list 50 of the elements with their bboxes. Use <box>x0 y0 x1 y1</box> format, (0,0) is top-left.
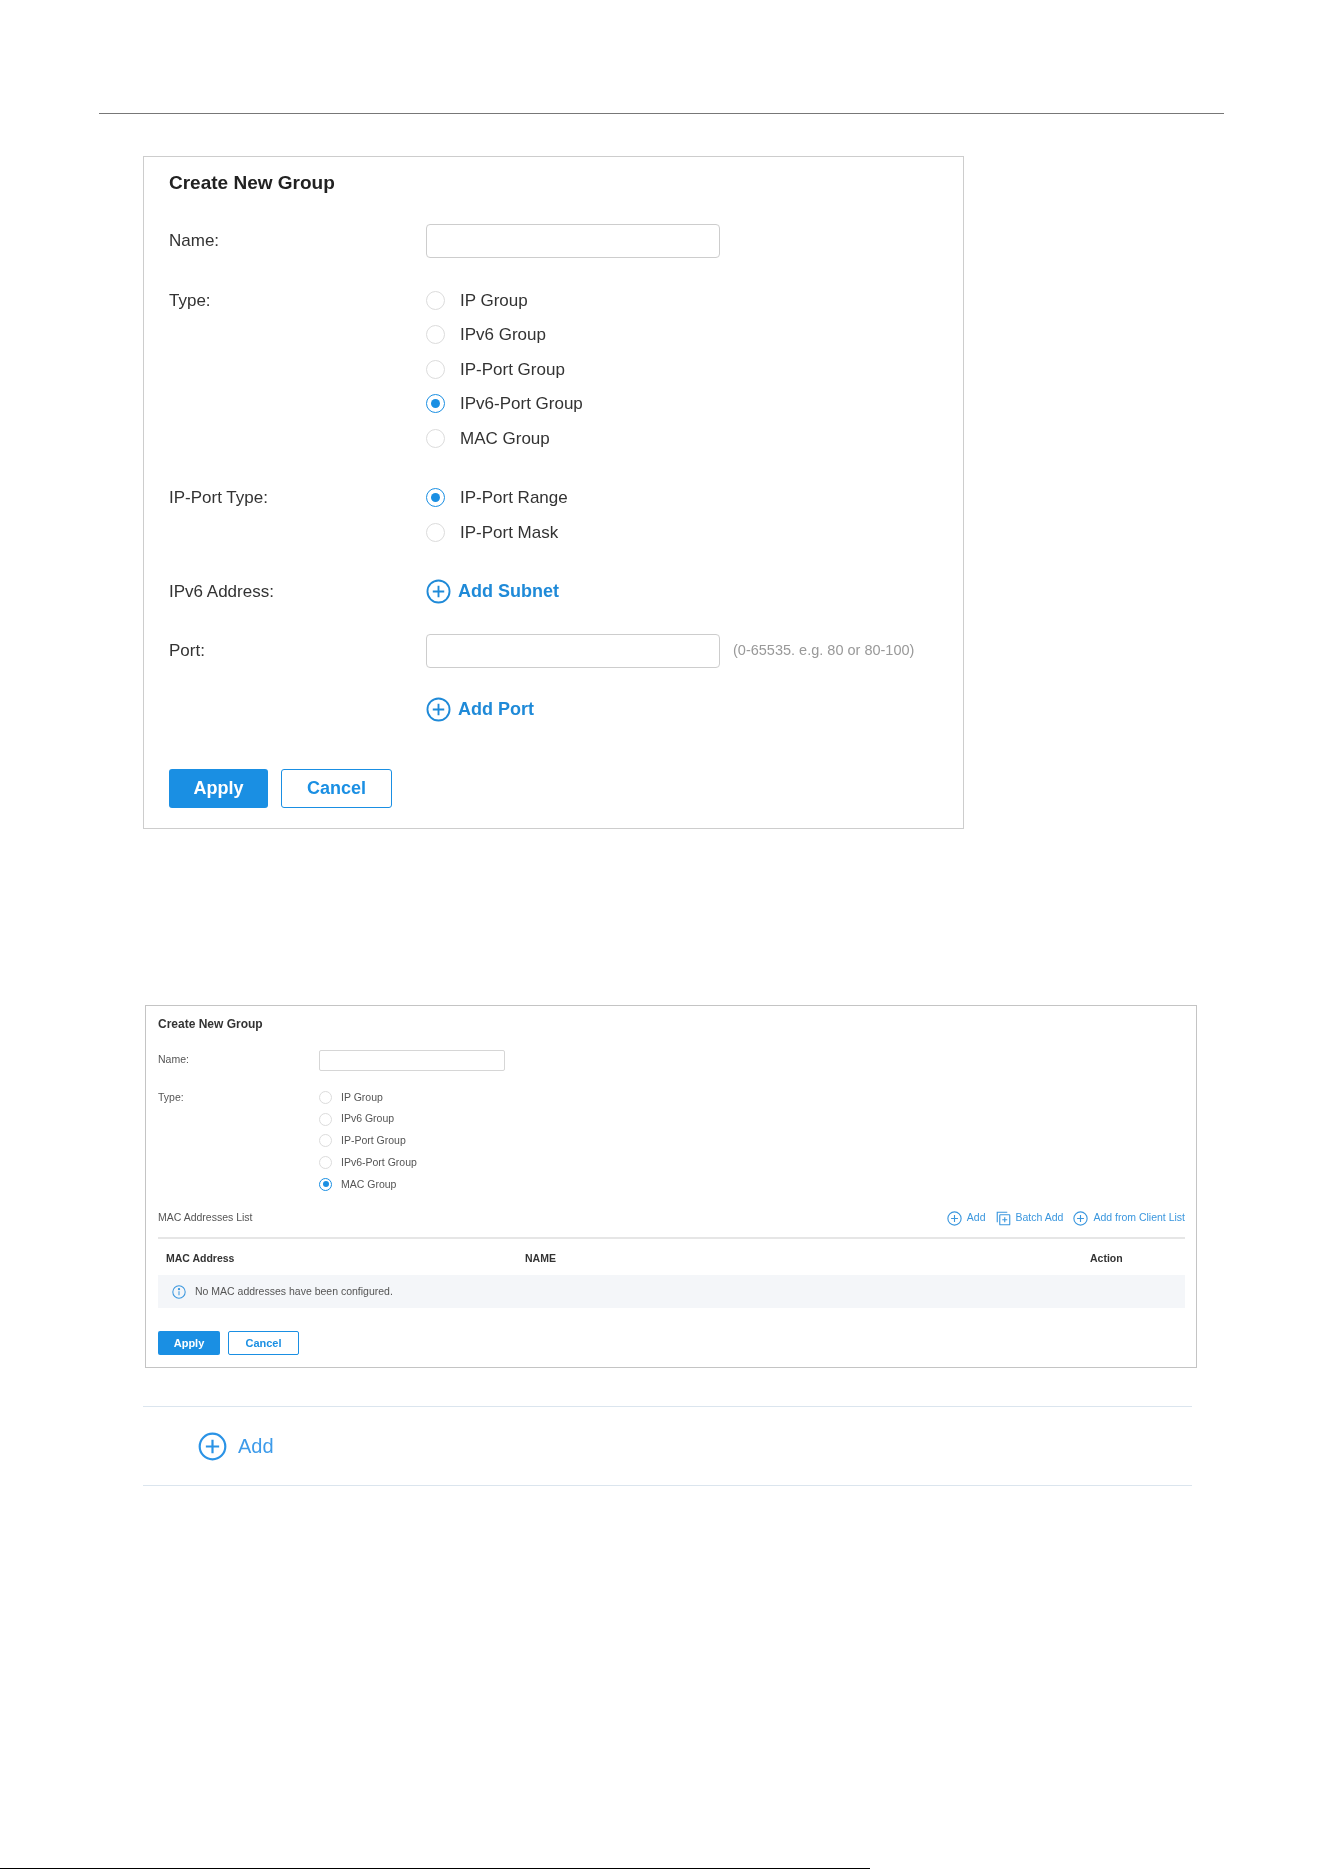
add-link[interactable]: Add Subnet <box>426 578 559 605</box>
apply-button[interactable]: Apply <box>169 768 268 808</box>
form-title: Create New Group <box>158 1015 264 1032</box>
form-title: Create New Group <box>169 171 336 195</box>
field-label: Port: <box>169 639 205 662</box>
field-label: IPv6 Address: <box>169 580 274 603</box>
field-label: Type: <box>169 289 211 312</box>
radio-label: IP Group <box>341 1089 383 1105</box>
radio-label: MAC Group <box>460 427 550 450</box>
toolbar-link[interactable]: Add <box>946 1210 986 1227</box>
section-title: MAC Addresses List <box>158 1210 253 1226</box>
column-header: MAC Address <box>166 1252 235 1265</box>
input-field[interactable] <box>426 633 720 668</box>
input-field[interactable] <box>426 224 720 258</box>
field-label: IP-Port Type: <box>169 487 268 509</box>
radio-label: IP-Port Group <box>341 1133 406 1148</box>
column-header: Action <box>1090 1252 1123 1265</box>
layered-plus-icon <box>995 1210 1011 1226</box>
toolbar-link[interactable]: Add from Client List <box>1073 1210 1185 1227</box>
plus-circle-icon <box>198 1431 227 1461</box>
cancel-button[interactable]: Cancel <box>281 768 392 808</box>
hint-text: (0-65535. e.g. 80 or 80-100) <box>733 640 915 660</box>
radio-label: IPv6-Port Group <box>460 393 583 415</box>
toolbar-link[interactable]: Batch Add <box>995 1210 1064 1227</box>
cancel-button[interactable]: Cancel <box>228 1331 299 1356</box>
plus-circle-icon <box>1073 1210 1089 1226</box>
radio-label: IPv6 Group <box>341 1111 395 1127</box>
column-header: NAME <box>525 1252 556 1265</box>
radio-button[interactable] <box>319 1177 332 1191</box>
radio-label: IP-Port Range <box>460 487 568 509</box>
empty-message: No MAC addresses have been configured. <box>195 1283 393 1299</box>
field-label: Name: <box>158 1052 189 1068</box>
field-label: Name: <box>169 230 220 253</box>
radio-label: IPv6-Port Group <box>341 1154 417 1170</box>
add-button[interactable]: Add <box>198 1431 274 1462</box>
input-field[interactable] <box>319 1049 505 1071</box>
radio-label: IP-Port Group <box>460 358 565 381</box>
radio-label: IP-Port Mask <box>460 521 559 544</box>
apply-button[interactable]: Apply <box>158 1331 220 1356</box>
add-link[interactable]: Add Port <box>426 696 534 723</box>
info-icon <box>172 1284 186 1299</box>
radio-label: MAC Group <box>341 1176 397 1192</box>
radio-button[interactable] <box>426 394 445 414</box>
field-label: Type: <box>158 1089 184 1105</box>
radio-label: IPv6 Group <box>460 324 546 346</box>
plus-circle-icon <box>426 697 451 722</box>
radio-button[interactable] <box>426 488 445 508</box>
plus-circle-icon <box>946 1210 962 1226</box>
radio-label: IP Group <box>460 289 528 312</box>
plus-circle-icon <box>426 579 451 604</box>
